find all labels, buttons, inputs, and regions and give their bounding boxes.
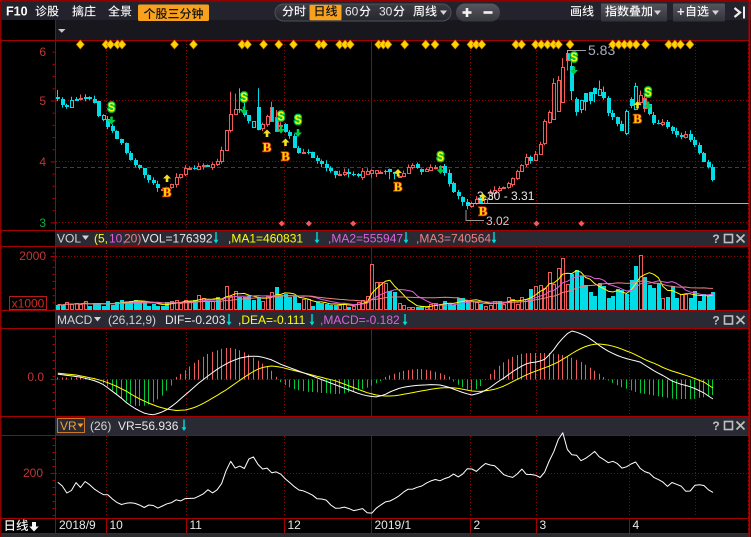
svg-text:B: B [281, 149, 290, 164]
svg-text:VR: VR [60, 419, 77, 433]
svg-text:,MACD=-0.182: ,MACD=-0.182 [320, 313, 400, 327]
svg-text:S: S [241, 90, 248, 105]
svg-text:,MA3=740564: ,MA3=740564 [416, 232, 491, 246]
svg-text:F10: F10 [6, 5, 28, 19]
svg-text:4: 4 [633, 518, 640, 532]
svg-text:11: 11 [190, 518, 203, 532]
svg-text:5: 5 [39, 94, 46, 108]
svg-text:2: 2 [474, 518, 481, 532]
svg-text:DIF=-0.203: DIF=-0.203 [165, 313, 226, 327]
svg-text:B: B [633, 111, 642, 126]
svg-text:?: ? [712, 232, 719, 246]
svg-text:MACD: MACD [57, 313, 93, 327]
svg-text:3.02: 3.02 [486, 214, 510, 228]
svg-text:S: S [437, 149, 444, 164]
svg-text:B: B [263, 140, 272, 155]
svg-text:B: B [163, 185, 172, 200]
svg-text:VOL: VOL [57, 232, 81, 246]
svg-text:6: 6 [39, 45, 46, 59]
svg-text:20): 20) [124, 232, 141, 246]
svg-text:30: 30 [379, 5, 393, 19]
svg-text:2019/1: 2019/1 [375, 518, 412, 532]
svg-text:S: S [108, 100, 115, 115]
svg-text:+: + [677, 4, 685, 19]
svg-text:2018/9: 2018/9 [59, 518, 96, 532]
svg-text:B: B [394, 179, 403, 194]
svg-text:?: ? [712, 419, 719, 433]
svg-text:S: S [295, 112, 302, 127]
svg-text:,MA1=460831: ,MA1=460831 [228, 232, 303, 246]
svg-text:B: B [479, 204, 488, 219]
svg-text:(26,12,9): (26,12,9) [108, 313, 156, 327]
svg-text:VR=56.936: VR=56.936 [118, 419, 179, 433]
svg-text:10: 10 [110, 518, 124, 532]
svg-text:2000: 2000 [19, 249, 46, 263]
svg-text:,DEA=-0.111: ,DEA=-0.111 [238, 313, 306, 327]
svg-text:3: 3 [540, 518, 547, 532]
svg-text:?: ? [712, 314, 719, 328]
svg-text:S: S [645, 85, 652, 100]
svg-text:x1000: x1000 [12, 297, 45, 311]
svg-text:12: 12 [288, 518, 302, 532]
svg-text:(26): (26) [90, 419, 111, 433]
svg-text:3.30 - 3.31: 3.30 - 3.31 [477, 189, 535, 203]
svg-text:0.0: 0.0 [27, 370, 44, 384]
svg-text:,MA2=555947: ,MA2=555947 [328, 232, 403, 246]
svg-text:VOL=176392: VOL=176392 [142, 232, 213, 246]
svg-text:60: 60 [345, 5, 359, 19]
svg-text:3: 3 [39, 216, 46, 230]
svg-text:S: S [571, 50, 578, 65]
svg-text:4: 4 [39, 155, 46, 169]
svg-text:200: 200 [23, 466, 43, 480]
svg-text:(5,: (5, [94, 232, 108, 246]
svg-text:S: S [278, 109, 285, 124]
